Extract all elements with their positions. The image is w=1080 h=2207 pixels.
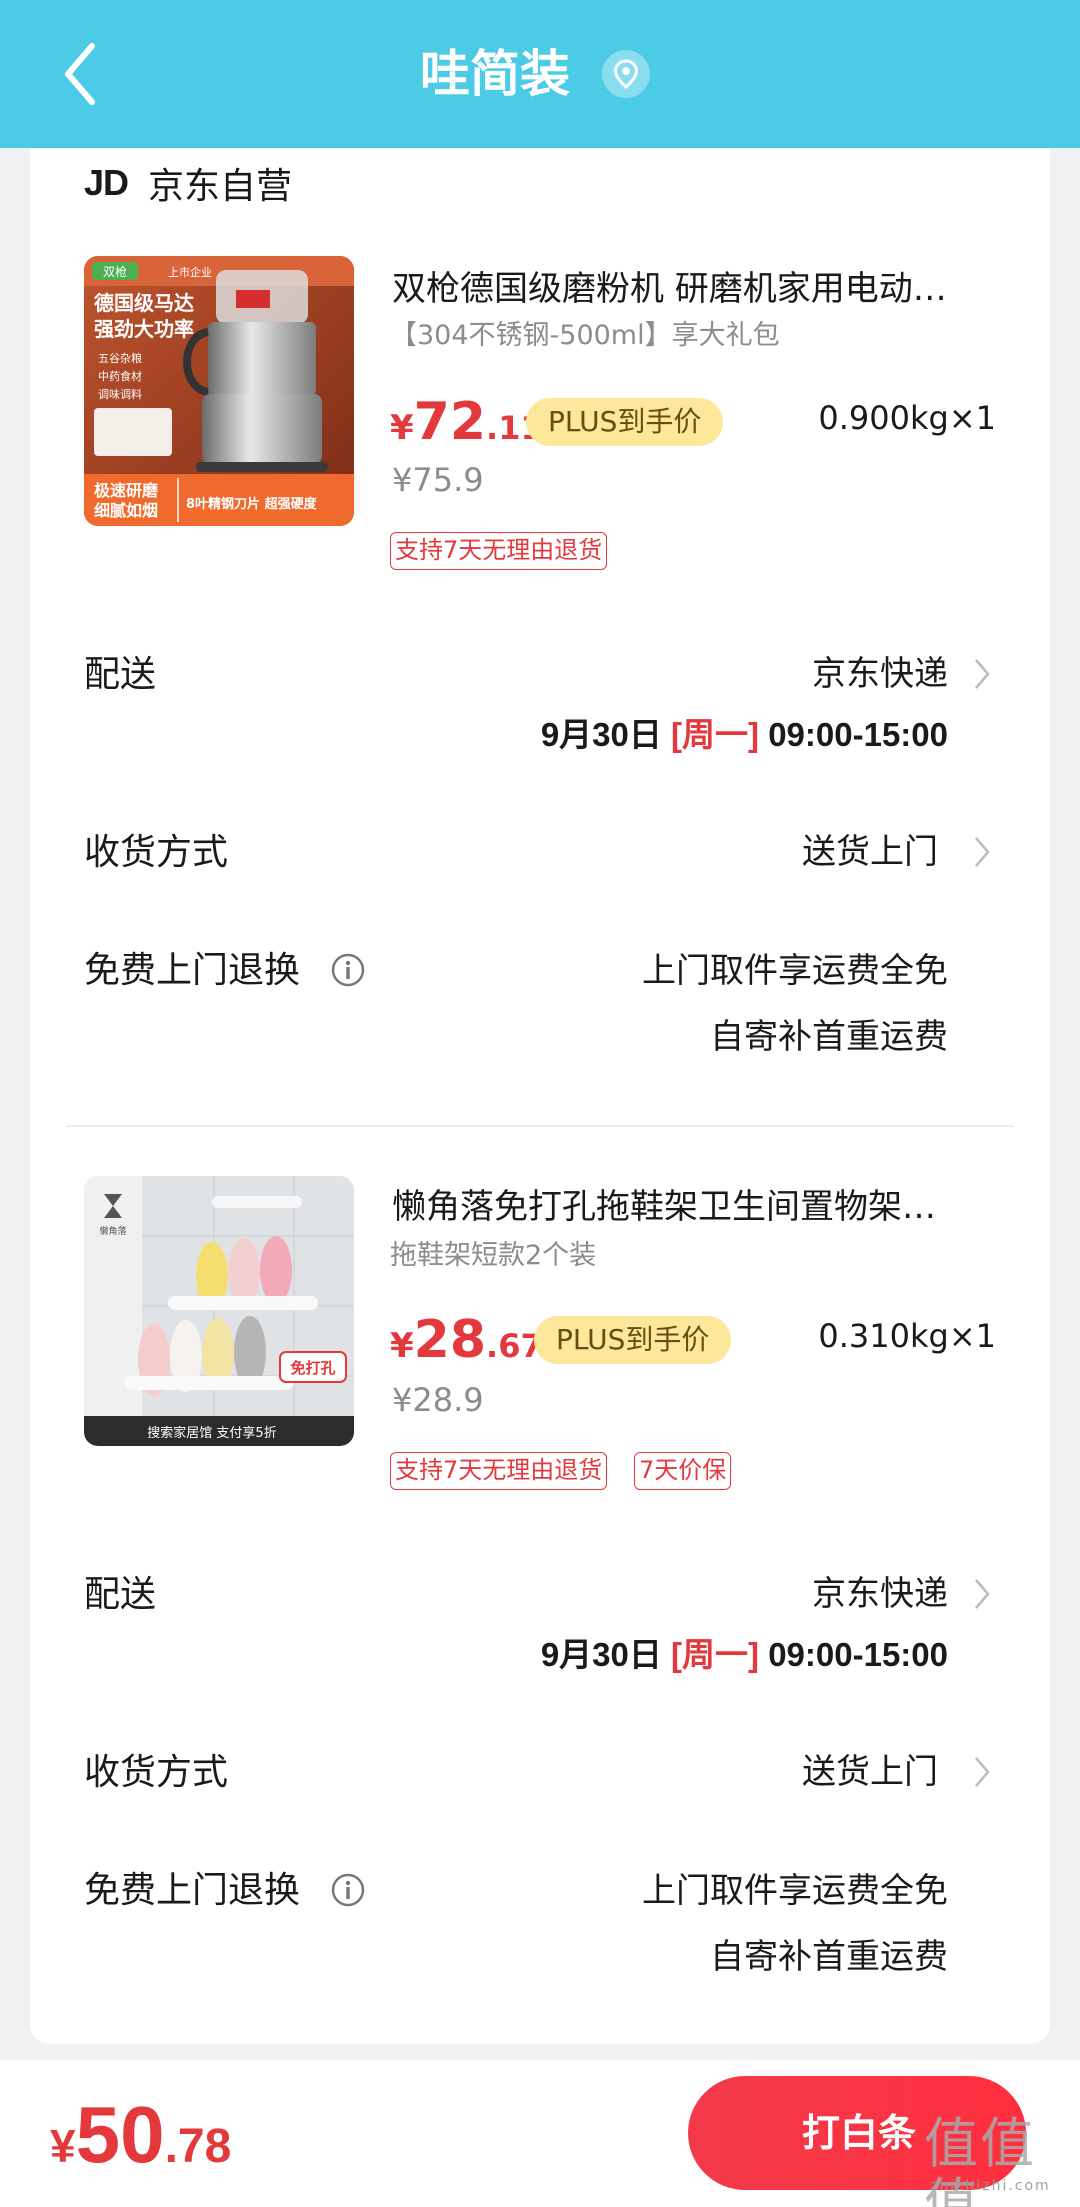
grinder-corner-text: 上市企业 — [168, 265, 212, 279]
free-return-label: 免费上门退换 — [84, 950, 301, 991]
product-title[interactable]: 懒角落免打孔拖鞋架卫生间置物架… — [392, 1184, 992, 1230]
plus-price-badge: PLUS到手价 — [534, 1316, 732, 1364]
watermark-url: zhizhizhi.com — [930, 2178, 1051, 2194]
price-protect-tag: 7天价保 — [634, 1452, 732, 1490]
shoe-rack-image: 懒角落 免打孔 搜索家居馆 支付享5折 — [84, 1176, 354, 1446]
shoe-rack-brand-text: 懒角落 — [99, 1225, 126, 1237]
product-title[interactable]: 双枪德国级磨粉机 研磨机家用电动… — [392, 266, 992, 312]
receive-method-label: 收货方式 — [84, 832, 229, 873]
grinder-brand-text: 双枪 — [103, 264, 127, 279]
shop-name: 京东自营 — [148, 166, 293, 207]
top-bar: 哇简装 — [0, 0, 1080, 148]
grinder-feature-3: 调味调料 — [98, 387, 142, 401]
grinder-headline-2: 强劲大功率 — [94, 317, 194, 341]
product-image-shoe-rack[interactable]: 懒角落 免打孔 搜索家居馆 支付享5折 — [84, 1176, 354, 1446]
delivery-carrier[interactable]: 京东快递 — [812, 651, 948, 697]
free-return-line-2: 自寄补首重运费 — [710, 1937, 948, 1977]
product-spec[interactable]: 【304不锈钢-500ml】享大礼包 — [390, 318, 780, 354]
free-return-line-2: 自寄补首重运费 — [710, 1017, 948, 1057]
delivery-time[interactable]: 9月30日 [周一] 09:00-15:00 — [541, 1632, 948, 1678]
product-price: ¥28.67 — [390, 1310, 543, 1370]
delivery-time[interactable]: 9月30日 [周一] 09:00-15:00 — [541, 712, 948, 758]
info-icon[interactable] — [330, 1872, 366, 1908]
return-tag: 支持7天无理由退货 — [390, 532, 608, 570]
chevron-right-icon[interactable] — [972, 1754, 992, 1790]
free-return-label: 免费上门退换 — [84, 1870, 301, 1911]
delivery-label: 配送 — [84, 1574, 157, 1615]
product-spec[interactable]: 拖鞋架短款2个装 — [390, 1238, 596, 1274]
divider — [66, 1125, 1014, 1127]
product-image-grinder[interactable]: 双枪 上市企业 德国级马达 强劲大功率 五谷杂粮 中药食材 调味调料 极速研磨 … — [84, 256, 354, 526]
grinder-headline-1: 德国级马达 — [94, 291, 194, 315]
page-title: 哇简装 — [420, 45, 570, 103]
free-return-line-1: 上门取件享运费全免 — [642, 951, 948, 991]
grinder-footer-1: 极速研磨 — [94, 481, 158, 500]
plus-price-badge: PLUS到手价 — [526, 398, 724, 446]
shoe-rack-sticker-text: 免打孔 — [290, 1359, 335, 1377]
jd-logo: JD — [84, 162, 129, 203]
chevron-right-icon[interactable] — [972, 834, 992, 870]
receive-method-value[interactable]: 送货上门 — [802, 829, 938, 875]
original-price: ¥28.9 — [392, 1381, 484, 1419]
total-price: ¥50.78 — [50, 2090, 232, 2179]
info-icon[interactable] — [330, 952, 366, 988]
weight-quantity: 0.310kg×1 — [818, 1317, 996, 1355]
return-tag: 支持7天无理由退货 — [390, 1452, 608, 1490]
shop-header[interactable]: JD 京东自营 — [84, 156, 292, 210]
receive-method-value[interactable]: 送货上门 — [802, 1749, 938, 1795]
grinder-image: 双枪 上市企业 德国级马达 强劲大功率 五谷杂粮 中药食材 调味调料 极速研磨 … — [84, 256, 354, 526]
grinder-feature-1: 五谷杂粮 — [98, 351, 142, 365]
receive-method-label: 收货方式 — [84, 1752, 229, 1793]
original-price: ¥75.9 — [392, 461, 484, 499]
chevron-right-icon[interactable] — [972, 656, 992, 692]
delivery-label: 配送 — [84, 654, 157, 695]
product-price: ¥72.11 — [390, 392, 543, 452]
grinder-footer-2: 细腻如烟 — [94, 501, 158, 520]
grinder-feature-2: 中药食材 — [98, 369, 142, 383]
grinder-footer-3: 8叶精钢刀片 超强硬度 — [186, 496, 318, 512]
delivery-carrier[interactable]: 京东快递 — [812, 1571, 948, 1617]
chevron-right-icon[interactable] — [972, 1576, 992, 1612]
weight-quantity: 0.900kg×1 — [818, 399, 996, 437]
free-return-line-1: 上门取件享运费全免 — [642, 1871, 948, 1911]
location-pin-icon[interactable] — [600, 48, 652, 100]
shoe-rack-footer-text: 搜索家居馆 支付享5折 — [147, 1425, 276, 1441]
